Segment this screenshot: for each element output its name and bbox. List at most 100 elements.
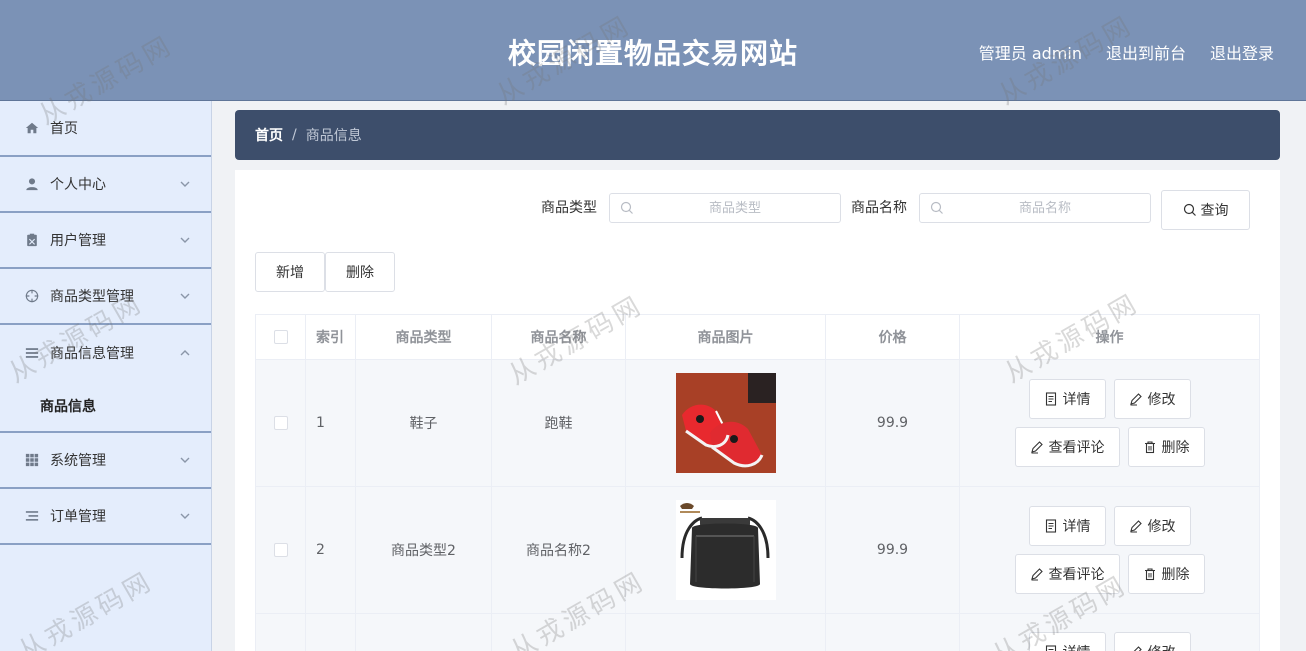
chevron-down-icon [180, 237, 190, 243]
chevron-down-icon [180, 181, 190, 187]
sidebar-item-category-management[interactable]: 商品类型管理 [0, 269, 211, 325]
chevron-up-icon [180, 350, 190, 356]
batch-delete-button[interactable]: 删除 [325, 252, 395, 292]
view-comments-button[interactable]: 查看评论 [1014, 554, 1120, 594]
trash-icon [1144, 441, 1155, 454]
row-type: 鞋子 [356, 360, 492, 486]
pencil-icon [1030, 441, 1043, 454]
edit-button[interactable]: 修改 [1113, 506, 1191, 546]
document-icon [1045, 645, 1056, 651]
main-panel: 商品类型 商品名称 查询 新增 删除 索引 商品类型 商品名称 商品图片 价格 … [235, 170, 1280, 651]
column-header-price: 价格 [826, 315, 960, 359]
view-comments-button-label: 查看评论 [1048, 439, 1105, 455]
row-image-cell [626, 360, 826, 486]
name-filter-label: 商品名称 [851, 200, 907, 216]
select-all-checkbox[interactable] [273, 330, 288, 344]
detail-button[interactable]: 详情 [1028, 379, 1106, 419]
search-icon [1183, 203, 1196, 216]
type-filter-label: 商品类型 [541, 200, 597, 216]
detail-button[interactable]: 详情 [1028, 506, 1106, 546]
sidebar-item-label: 商品类型管理 [50, 289, 134, 305]
table-row: 1 鞋子 跑鞋 99.9 详情 修改 查看评论 删除 [256, 360, 1260, 487]
column-header-name: 商品名称 [492, 315, 626, 359]
pencil-icon [1133, 646, 1142, 651]
row-checkbox[interactable] [273, 543, 288, 557]
pencil-icon [1030, 568, 1043, 581]
table-body: 1 鞋子 跑鞋 99.9 详情 修改 查看评论 删除 2 商品类型2 商品名称2… [256, 360, 1260, 651]
row-checkbox[interactable] [273, 416, 288, 430]
user-icon [24, 176, 40, 192]
query-button[interactable]: 查询 [1161, 190, 1250, 230]
compass-icon [24, 288, 40, 304]
search-icon [620, 201, 633, 214]
chevron-down-icon [180, 457, 190, 463]
menu-icon [24, 345, 40, 361]
breadcrumb: 首页 / 商品信息 [235, 110, 1280, 160]
row-actions: 详情 修改 [960, 614, 1260, 651]
row-actions: 详情 修改 查看评论 删除 [960, 487, 1260, 613]
row-name: 商品名称2 [492, 487, 626, 613]
exit-to-front-link[interactable]: 退出到前台 [1106, 40, 1186, 64]
delete-button-label: 删除 [1161, 439, 1190, 455]
column-header-image: 商品图片 [626, 315, 826, 359]
sidebar-item-system[interactable]: 系统管理 [0, 433, 211, 489]
sidebar-item-users[interactable]: 用户管理 [0, 213, 211, 269]
breadcrumb-home-link[interactable]: 首页 [255, 125, 283, 145]
row-index: 2 [306, 487, 356, 613]
add-button[interactable]: 新增 [255, 252, 325, 292]
sidebar-item-product-management[interactable]: 商品信息管理 [0, 325, 211, 381]
top-header: 校园闲置物品交易网站 管理员 admin 退出到前台 退出登录 [0, 0, 1306, 101]
row-name [492, 614, 626, 651]
logout-link[interactable]: 退出登录 [1210, 40, 1274, 64]
trash-icon [1144, 568, 1155, 581]
edit-button[interactable]: 修改 [1113, 379, 1191, 419]
type-filter-input[interactable] [610, 194, 840, 222]
delete-button[interactable]: 删除 [1127, 427, 1205, 467]
search-icon [930, 201, 943, 214]
product-image-bag [675, 500, 776, 600]
sidebar-item-profile[interactable]: 个人中心 [0, 157, 211, 213]
row-checkbox-cell [256, 614, 306, 651]
chevron-down-icon [180, 293, 190, 299]
sidebar-item-orders[interactable]: 订单管理 [0, 489, 211, 545]
sidebar-item-label: 用户管理 [50, 233, 106, 249]
product-image-sneakers [675, 373, 776, 473]
sidebar-subitem-product-info[interactable]: 商品信息 [0, 381, 211, 433]
pencil-icon [1129, 393, 1142, 406]
query-button-label: 查询 [1200, 203, 1229, 219]
pencil-icon [1129, 520, 1142, 533]
home-icon [24, 120, 40, 136]
sidebar-item-label: 系统管理 [50, 453, 106, 469]
row-name: 跑鞋 [492, 360, 626, 486]
name-filter-input[interactable] [920, 194, 1150, 222]
sidebar: 首页 个人中心 用户管理 商品类型管理 商品信息管理 商品信息 系统管理 订单管… [0, 101, 212, 651]
view-comments-button-label: 查看评论 [1048, 566, 1105, 582]
row-image-cell [626, 487, 826, 613]
detail-button-label: 详情 [1062, 518, 1091, 534]
sidebar-item-home[interactable]: 首页 [0, 101, 211, 157]
sidebar-item-label: 订单管理 [50, 509, 106, 525]
header-checkbox-cell [256, 315, 306, 359]
table-header: 索引 商品类型 商品名称 商品图片 价格 操作 [256, 315, 1260, 360]
table-row: 2 商品类型2 商品名称2 99.9 详情 修改 查看评论 删除 [256, 487, 1260, 614]
row-index: 1 [306, 360, 356, 486]
name-filter-field [919, 193, 1151, 223]
detail-button[interactable]: 详情 [1028, 632, 1106, 651]
column-header-index: 索引 [306, 315, 356, 359]
row-index [306, 614, 356, 651]
document-icon [1045, 392, 1056, 406]
admin-user-label: 管理员 admin [978, 44, 1082, 63]
chevron-down-icon [180, 513, 190, 519]
product-table: 索引 商品类型 商品名称 商品图片 价格 操作 1 鞋子 跑鞋 99.9 详情 … [255, 314, 1260, 651]
list-icon [24, 508, 40, 524]
row-type: 商品类型2 [356, 487, 492, 613]
row-type [356, 614, 492, 651]
breadcrumb-separator: / [292, 127, 297, 143]
column-header-actions: 操作 [960, 315, 1260, 359]
edit-button[interactable]: 修改 [1113, 632, 1191, 651]
edit-button-label: 修改 [1147, 518, 1176, 534]
type-filter-field [609, 193, 841, 223]
delete-button[interactable]: 删除 [1127, 554, 1205, 594]
sidebar-item-label: 个人中心 [50, 177, 106, 193]
view-comments-button[interactable]: 查看评论 [1014, 427, 1120, 467]
